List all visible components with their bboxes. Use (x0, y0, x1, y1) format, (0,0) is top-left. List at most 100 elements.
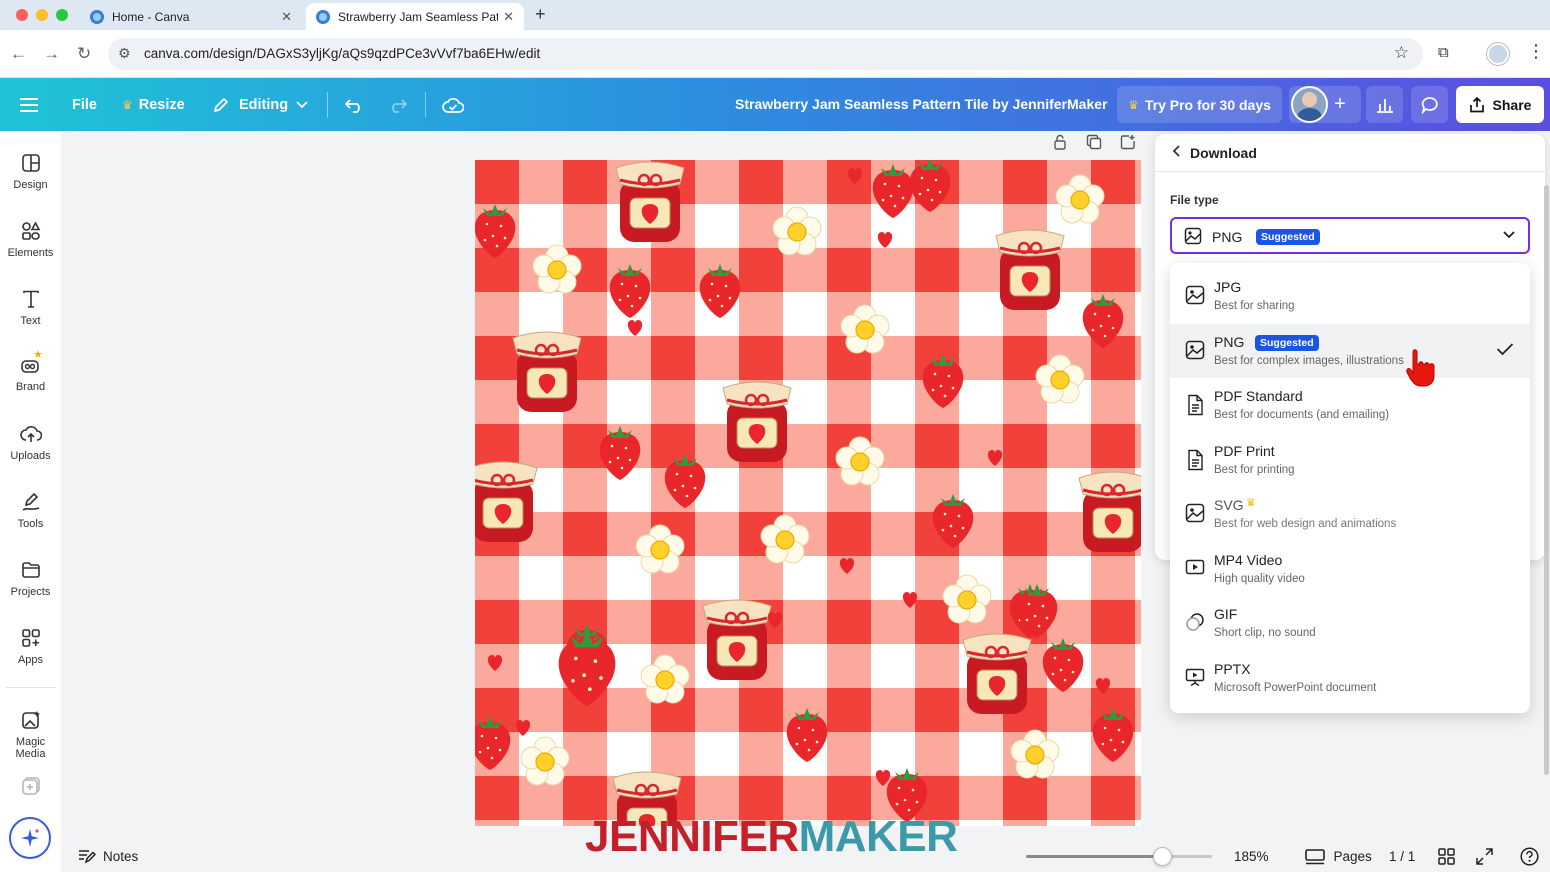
option-description: High quality video (1214, 573, 1305, 585)
lock-icon[interactable] (1052, 134, 1068, 155)
brand-part-b: MAKER (798, 812, 958, 861)
option-description: Best for printing (1214, 464, 1295, 476)
grid-view-icon[interactable] (1438, 848, 1455, 870)
file-type-dropdown: JPG Best for sharing PNG Suggested Best … (1170, 263, 1530, 713)
suggested-badge: Suggested (1255, 335, 1319, 351)
option-description: Microsoft PowerPoint document (1214, 682, 1377, 694)
browser-menu-icon[interactable]: ⋮ (1527, 41, 1545, 62)
tab-title: Home - Canva (112, 9, 190, 24)
sidebar-item-magic-media[interactable]: Magic Media (0, 710, 61, 760)
browser-tab-design[interactable]: Strawberry Jam Seamless Pat ✕ (306, 3, 524, 30)
redo-button[interactable] (388, 78, 408, 131)
design-title[interactable]: Strawberry Jam Seamless Pattern Tile by … (735, 96, 1107, 112)
sidebar-divider (6, 687, 56, 688)
sidebar-item-elements[interactable]: Elements (0, 221, 61, 259)
folder-icon (21, 562, 40, 578)
comments-button[interactable] (1411, 86, 1448, 123)
file-type-select[interactable]: PNG Suggested (1170, 217, 1530, 254)
tab-title: Strawberry Jam Seamless Pat (338, 9, 498, 24)
resize-label: Resize (138, 96, 185, 113)
cloud-check-icon (442, 97, 464, 113)
file-type-option-pptx[interactable]: PPTX Microsoft PowerPoint document (1170, 651, 1530, 705)
file-type-option-pdf-print[interactable]: PDF Print Best for printing (1170, 433, 1530, 487)
zoom-slider-fill (1026, 855, 1162, 858)
bookmark-star-icon[interactable]: ☆ (1394, 43, 1409, 63)
sidebar-item-uploads[interactable]: Uploads (0, 424, 61, 462)
share-button[interactable]: Share (1456, 86, 1544, 123)
main-menu-button[interactable] (20, 78, 38, 131)
site-settings-icon[interactable]: ⚙ (118, 45, 131, 62)
insights-button[interactable] (1366, 86, 1403, 123)
sidebar-item-apps[interactable]: Apps (0, 628, 61, 666)
sidebar-item-more[interactable] (0, 776, 61, 802)
file-type-option-mp4[interactable]: MP4 Video High quality video (1170, 542, 1530, 596)
design-canvas[interactable] (475, 160, 1141, 826)
sidebar-item-tools[interactable]: Tools (0, 492, 61, 530)
window-close-dot[interactable] (16, 9, 28, 21)
duplicate-page-icon[interactable] (1086, 134, 1102, 155)
file-type-option-svg[interactable]: SVG ♛ Best for web design and animations (1170, 487, 1530, 541)
back-chevron-icon[interactable] (1172, 144, 1182, 163)
sidebar-item-label: Elements (7, 247, 54, 259)
file-type-option-pdf-standard[interactable]: PDF Standard Best for documents (and ema… (1170, 378, 1530, 432)
pages-label: Pages (1333, 849, 1372, 865)
sidebar-item-label: Text (20, 315, 41, 327)
search-tabs-icon[interactable]: ⧉ (1438, 44, 1449, 61)
option-name: PNG (1214, 334, 1245, 350)
browser-tab-home[interactable]: Home - Canva ✕ (80, 3, 302, 30)
user-avatar[interactable] (1291, 86, 1328, 123)
file-type-option-png[interactable]: PNG Suggested Best for complex images, i… (1170, 324, 1530, 378)
new-tab-icon[interactable]: + (535, 4, 546, 25)
shapes-icon (21, 221, 40, 240)
notes-label: Notes (103, 848, 139, 864)
sidebar-item-design[interactable]: Design (0, 153, 61, 191)
window-maximize-dot[interactable] (56, 9, 68, 21)
forward-arrow-icon[interactable]: → (43, 44, 60, 64)
chevron-down-icon (296, 100, 308, 108)
url-field[interactable]: ⚙ canva.com/design/DAGxS3yljKg/aQs9qzdPC… (108, 38, 1423, 70)
more-apps-icon (21, 777, 40, 795)
browser-tab-bar: Home - Canva ✕ Strawberry Jam Seamless P… (0, 0, 1550, 30)
close-tab-icon[interactable]: ✕ (503, 9, 514, 25)
gif-icon (1185, 612, 1205, 637)
reload-icon[interactable]: ↻ (77, 44, 91, 64)
try-pro-button[interactable]: ♛ Try Pro for 30 days (1117, 86, 1282, 123)
file-menu-button[interactable]: File (72, 78, 97, 131)
editing-mode-button[interactable]: Editing (212, 78, 308, 131)
undo-button[interactable] (344, 78, 364, 131)
suggested-badge: Suggested (1256, 229, 1320, 245)
zoom-slider-track[interactable] (1026, 855, 1212, 858)
zoom-percentage[interactable]: 185% (1234, 849, 1269, 864)
add-page-icon[interactable] (1120, 134, 1136, 155)
back-arrow-icon[interactable]: ← (10, 44, 27, 64)
browser-profile-avatar[interactable] (1487, 43, 1509, 65)
file-type-option-gif[interactable]: GIF Short clip, no sound (1170, 596, 1530, 650)
close-tab-icon[interactable]: ✕ (281, 9, 292, 25)
notes-button[interactable]: Notes (78, 848, 138, 864)
left-sidebar: Design Elements Text Brand Uploads Tools… (0, 131, 61, 872)
file-type-option-jpg[interactable]: JPG Best for sharing (1170, 269, 1530, 323)
crown-icon: ♛ (1246, 497, 1256, 509)
video-icon (1185, 558, 1205, 581)
pages-button[interactable]: Pages (1305, 848, 1372, 866)
hamburger-icon (20, 97, 38, 112)
fullscreen-icon[interactable] (1476, 848, 1493, 870)
help-icon[interactable] (1520, 847, 1539, 871)
resize-button[interactable]: ♛ Resize (122, 78, 185, 131)
sidebar-item-brand[interactable]: Brand (0, 349, 61, 393)
canva-favicon-icon (90, 9, 104, 24)
save-status-button[interactable] (442, 78, 464, 131)
sidebar-item-projects[interactable]: Projects (0, 560, 61, 598)
option-name: PDF Print (1214, 443, 1275, 459)
url-text: canva.com/design/DAGxS3yljKg/aQs9qzdPCe3… (144, 46, 541, 61)
canva-assistant-button[interactable] (9, 817, 51, 859)
selected-file-type: PNG (1212, 229, 1243, 245)
page-scrollbar[interactable] (1544, 185, 1549, 775)
crown-icon: ♛ (1128, 97, 1139, 112)
pencil-icon (214, 97, 228, 112)
zoom-slider-handle[interactable] (1152, 847, 1172, 866)
chevron-down-icon (1502, 227, 1516, 246)
add-collaborator-icon[interactable]: + (1328, 86, 1352, 123)
window-minimize-dot[interactable] (36, 9, 48, 21)
sidebar-item-text[interactable]: Text (0, 289, 61, 327)
